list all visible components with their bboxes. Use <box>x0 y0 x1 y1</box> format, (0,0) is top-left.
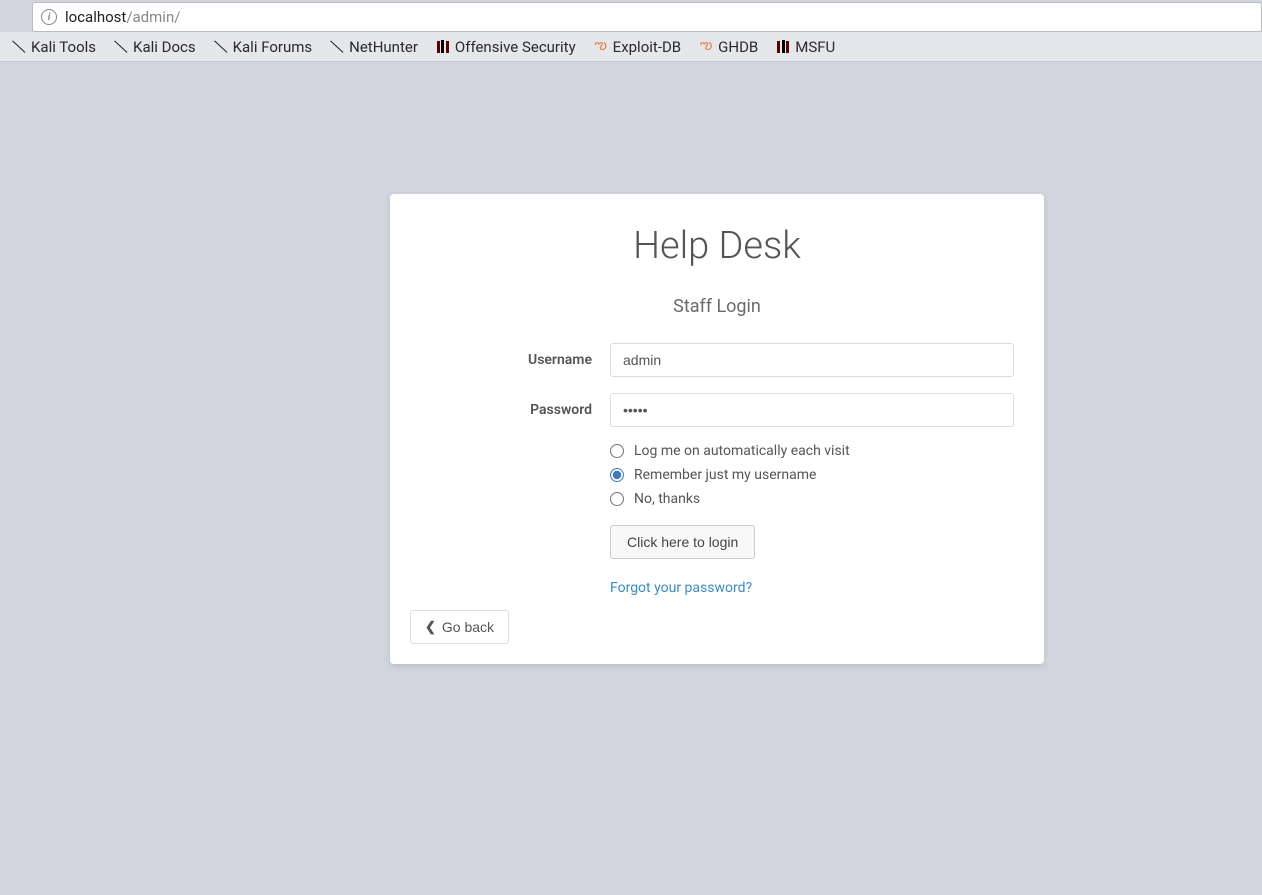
dragon-icon: ╲ <box>212 38 230 56</box>
bookmark-msfu[interactable]: MSFU <box>768 35 843 59</box>
goback-row: ❮ Go back <box>410 610 1024 644</box>
goback-label: Go back <box>442 619 494 635</box>
bookmark-label: MSFU <box>795 38 835 56</box>
bookmark-label: Offensive Security <box>455 38 576 56</box>
forgot-password-link[interactable]: Forgot your password? <box>610 580 752 596</box>
content-area: Help Desk Staff Login Username Password … <box>0 62 1262 893</box>
radio-remember-input[interactable] <box>610 468 624 482</box>
bookmark-exploit-db[interactable]: ఌ Exploit-DB <box>586 35 689 59</box>
radio-no-label: No, thanks <box>634 491 700 507</box>
radio-remember-username[interactable]: Remember just my username <box>610 467 1014 483</box>
radio-no-input[interactable] <box>610 492 624 506</box>
bookmark-label: Kali Forums <box>233 38 313 56</box>
radio-no-thanks[interactable]: No, thanks <box>610 491 1014 507</box>
chevron-left-icon: ❮ <box>425 619 436 635</box>
bookmark-kali-forums[interactable]: ╲ Kali Forums <box>206 35 321 59</box>
swirl-icon: ఌ <box>594 40 608 54</box>
radio-auto-input[interactable] <box>610 444 624 458</box>
password-input[interactable] <box>610 393 1014 427</box>
password-label: Password <box>410 402 610 418</box>
login-card: Help Desk Staff Login Username Password … <box>390 194 1044 664</box>
bookmark-ghdb[interactable]: ఌ GHDB <box>691 35 766 59</box>
bookmark-label: GHDB <box>718 38 758 56</box>
address-bar[interactable]: i localhost/admin/ <box>32 2 1262 32</box>
dragon-icon: ╲ <box>10 38 28 56</box>
dragon-icon: ╲ <box>328 38 346 56</box>
dragon-icon: ╲ <box>112 38 130 56</box>
info-icon[interactable]: i <box>41 9 57 25</box>
bookmark-kali-tools[interactable]: ╲ Kali Tools <box>4 35 104 59</box>
radio-auto-label: Log me on automatically each visit <box>634 443 850 459</box>
bookmark-label: Kali Docs <box>133 38 196 56</box>
url-host: localhost <box>65 8 126 26</box>
bookmark-label: NetHunter <box>349 38 418 56</box>
password-row: Password <box>410 393 1024 427</box>
radio-auto-login[interactable]: Log me on automatically each visit <box>610 443 1014 459</box>
url-display: localhost/admin/ <box>65 8 180 26</box>
username-input[interactable] <box>610 343 1014 377</box>
username-row: Username <box>410 343 1024 377</box>
swirl-icon: ఌ <box>699 40 713 54</box>
bookmark-label: Exploit-DB <box>613 38 681 56</box>
url-path: /admin/ <box>126 8 180 26</box>
forgot-row: Forgot your password? <box>610 577 1024 596</box>
bookmark-kali-docs[interactable]: ╲ Kali Docs <box>106 35 204 59</box>
page-title: Help Desk <box>410 224 1024 268</box>
bookmark-offensive-security[interactable]: Offensive Security <box>428 35 584 59</box>
bookmark-label: Kali Tools <box>31 38 96 56</box>
remember-radio-group: Log me on automatically each visit Remem… <box>610 443 1014 507</box>
bars-icon <box>776 40 790 54</box>
login-subtitle: Staff Login <box>410 296 1024 317</box>
bookmark-nethunter[interactable]: ╲ NetHunter <box>322 35 426 59</box>
bars-icon <box>436 40 450 54</box>
submit-row: Click here to login <box>610 525 1024 559</box>
go-back-button[interactable]: ❮ Go back <box>410 610 509 644</box>
bookmarks-bar: ╲ Kali Tools ╲ Kali Docs ╲ Kali Forums ╲… <box>0 32 1262 62</box>
radio-remember-label: Remember just my username <box>634 467 816 483</box>
login-button[interactable]: Click here to login <box>610 525 755 559</box>
username-label: Username <box>410 352 610 368</box>
